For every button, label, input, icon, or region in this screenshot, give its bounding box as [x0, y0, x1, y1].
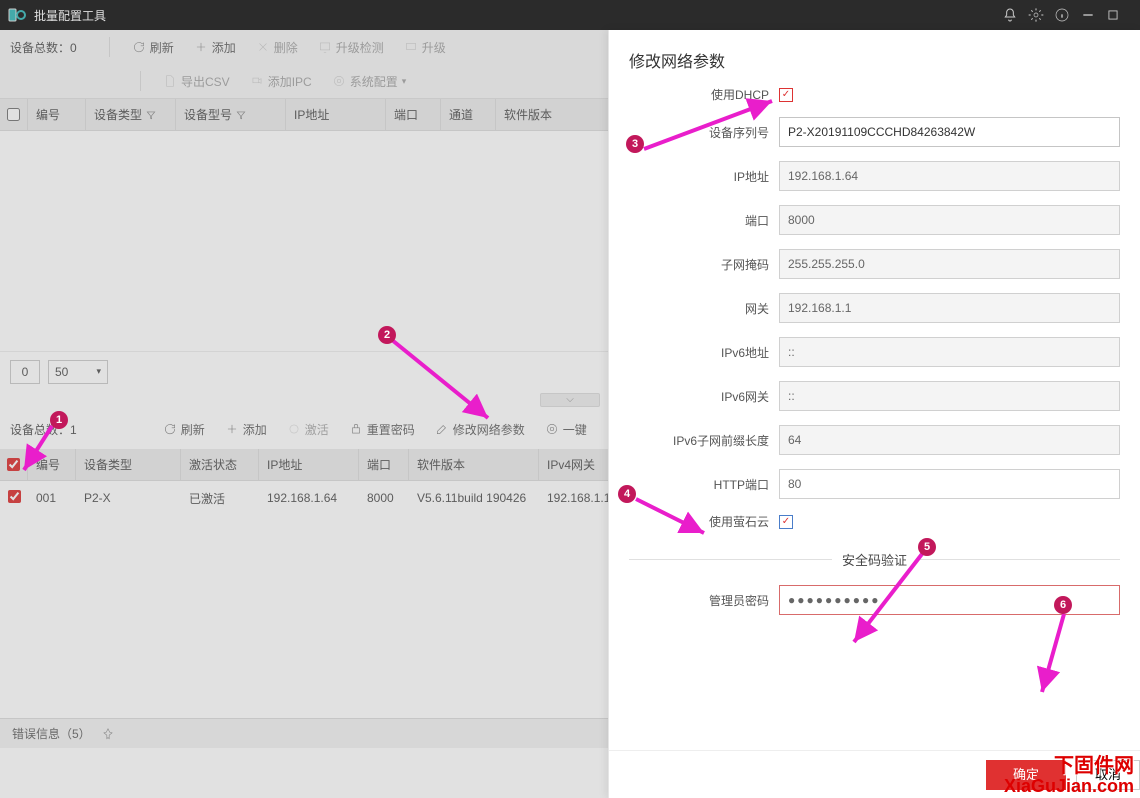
lower-refresh-button[interactable]: 刷新	[155, 421, 213, 438]
maximize-icon[interactable]	[1106, 8, 1132, 22]
use-ezviz-checkbox[interactable]	[779, 515, 793, 529]
annotation-bubble: 4	[618, 485, 636, 503]
export-csv-button[interactable]: 导出CSV	[153, 73, 240, 90]
ipv6-field[interactable]: ::	[779, 337, 1120, 367]
upgrade-button[interactable]: 升级	[394, 39, 456, 56]
panel-title: 修改网络参数	[609, 30, 1140, 86]
page-size-select[interactable]: 50▾	[48, 360, 108, 384]
annotation-bubble: 6	[1054, 596, 1072, 614]
annotation-bubble: 5	[918, 538, 936, 556]
row-checkbox[interactable]	[8, 490, 21, 503]
upgrade-check-button[interactable]: 升级检测	[308, 39, 394, 56]
page-number[interactable]: 0	[10, 360, 40, 384]
mask-field[interactable]: 255.255.255.0	[779, 249, 1120, 279]
http-port-field[interactable]: 80	[779, 469, 1120, 499]
one-key-button[interactable]: 一键	[537, 421, 595, 438]
error-info-strip[interactable]: 错误信息（5）	[0, 718, 608, 748]
lower-add-button[interactable]: 添加	[217, 421, 275, 438]
info-icon[interactable]	[1054, 7, 1080, 23]
refresh-button[interactable]: 刷新	[122, 39, 184, 56]
port-field[interactable]: 8000	[779, 205, 1120, 235]
ipv6-gateway-field[interactable]: ::	[779, 381, 1120, 411]
notify-icon[interactable]	[1002, 7, 1028, 23]
device-total-upper: 设备总数：0	[10, 39, 77, 56]
ipv6-prefix-field[interactable]: 64	[779, 425, 1120, 455]
annotation-bubble: 1	[50, 411, 68, 429]
select-all-upper[interactable]	[7, 108, 20, 121]
funnel-icon[interactable]	[236, 110, 246, 120]
add-button[interactable]: 添加	[184, 39, 246, 56]
gear-icon[interactable]	[1028, 7, 1054, 23]
annotation-bubble: 3	[626, 135, 644, 153]
minimize-icon[interactable]	[1080, 7, 1106, 23]
pin-icon[interactable]	[101, 727, 115, 741]
annotation-bubble: 2	[378, 326, 396, 344]
delete-button[interactable]: 删除	[246, 39, 308, 56]
ip-field[interactable]: 192.168.1.64	[779, 161, 1120, 191]
activate-button[interactable]: 激活	[279, 421, 337, 438]
add-ipc-button[interactable]: 添加IPC	[240, 73, 322, 90]
watermark: 下固件网 XiaGuJian.com	[1004, 756, 1134, 796]
funnel-icon[interactable]	[146, 110, 156, 120]
sys-config-button[interactable]: 系统配置▾	[322, 73, 417, 90]
panel-expander[interactable]: ⌵	[540, 393, 600, 407]
serial-field: P2-X20191109CCCHD84263842W	[779, 117, 1120, 147]
gateway-field[interactable]: 192.168.1.1	[779, 293, 1120, 323]
titlebar: 批量配置工具	[0, 0, 1140, 30]
app-title: 批量配置工具	[34, 7, 106, 24]
app-logo-icon	[8, 6, 26, 24]
use-dhcp-checkbox[interactable]	[779, 88, 793, 102]
